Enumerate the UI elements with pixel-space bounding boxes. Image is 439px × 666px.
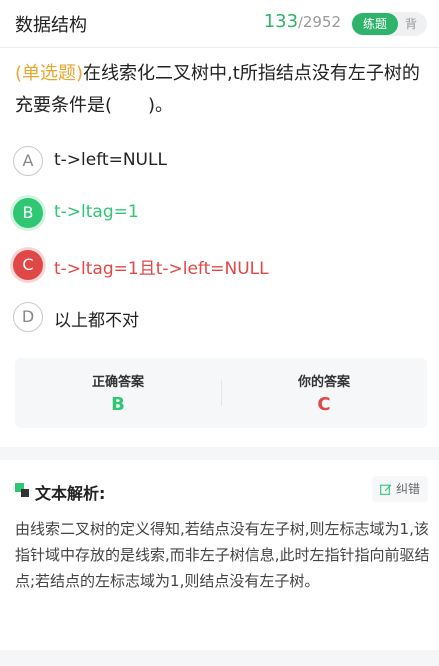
top-bar: 数据结构 133/2952 练题 背 [0,0,439,48]
option-letter: D [13,302,43,332]
analysis-title: 文本解析: [35,484,106,503]
mode-memorize[interactable]: 背 [405,12,417,36]
option-d[interactable]: D 以上都不对 [13,302,413,334]
report-error-label: 纠错 [396,482,421,496]
option-text: t->left=NULL [54,150,167,170]
edit-icon [380,484,392,495]
your-answer-label: 你的答案 [297,375,350,390]
option-letter: C [13,250,43,280]
page-title: 数据结构 [15,15,87,36]
option-letter: A [13,146,43,176]
section-squares-icon [15,483,29,497]
correct-answer: 正确答案 B [15,358,221,428]
progress-total: 2952 [302,13,341,31]
option-letter: B [13,198,43,228]
your-answer-value: C [317,394,331,415]
your-answer: 你的答案 C [221,358,427,428]
option-text: t->ltag=1 [54,202,139,222]
correct-answer-value: B [111,394,125,415]
option-c[interactable]: C t->ltag=1且t->left=NULL [13,250,413,282]
analysis-text: 由线索二叉树的定义得知,若结点没有左子树,则左标志域为1,该指针域中存放的是线索… [15,520,430,590]
mode-practice[interactable]: 练题 [352,13,398,35]
question-card: 数据结构 133/2952 练题 背 (单选题)在线索化二叉树中,t所指结点没有… [0,0,439,447]
option-a[interactable]: A t->left=NULL [13,146,413,178]
mode-toggle[interactable]: 练题 背 [351,12,427,36]
report-error-button[interactable]: 纠错 [372,476,428,502]
option-b[interactable]: B t->ltag=1 [13,198,413,230]
option-text: t->ltag=1且t->left=NULL [54,259,269,279]
option-text: 以上都不对 [54,311,139,331]
correct-answer-label: 正确答案 [91,375,144,390]
progress-current: 133 [263,11,299,32]
question-type: (单选题) [15,63,84,84]
question-stem: (单选题)在线索化二叉树中,t所指结点没有左子树的充要条件是( )。 [15,58,430,122]
answer-summary: 正确答案 B 你的答案 C [15,358,427,428]
question-progress[interactable]: 133/2952 [264,11,341,32]
analysis-card: 文本解析: 纠错 由线索二叉树的定义得知,若结点没有左子树,则左标志域为1,该指… [0,460,439,650]
